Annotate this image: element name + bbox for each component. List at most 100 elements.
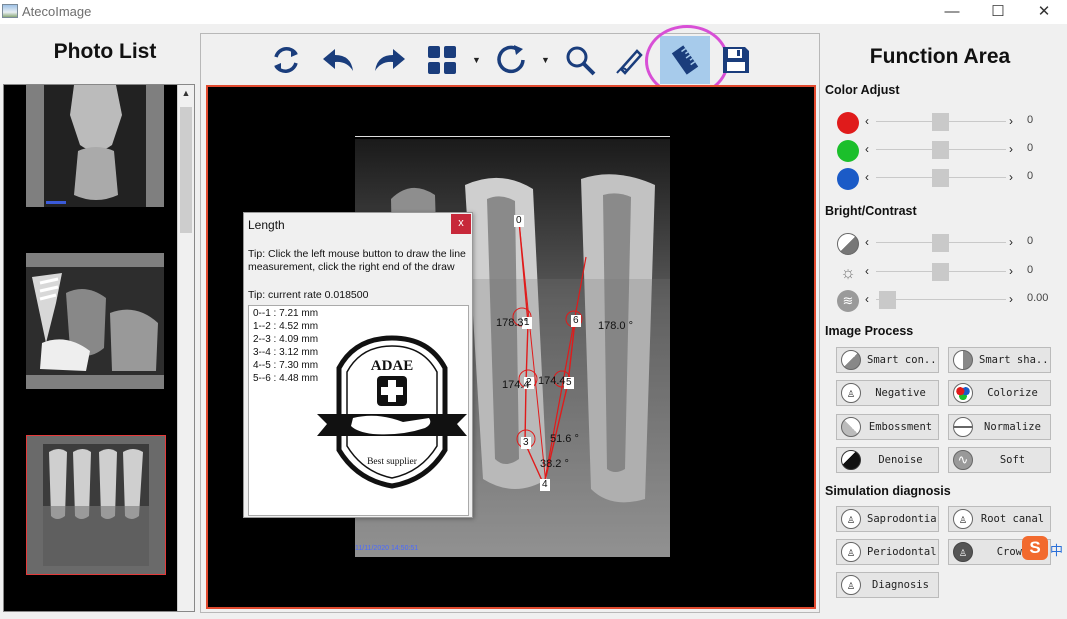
smart-sharpen-button[interactable]: Smart sha... (948, 347, 1051, 373)
pen-icon[interactable] (612, 40, 648, 80)
measurement-item[interactable]: 5--6 : 4.48 mm (253, 373, 318, 384)
point-label-3: 3 (521, 437, 531, 449)
photo-list-scrollbar[interactable]: ▲ (177, 85, 194, 611)
green-slider-knob[interactable] (932, 141, 949, 159)
function-area-header: Function Area (869, 45, 1011, 68)
contrast-icon (837, 233, 859, 255)
minimize-button[interactable]: — (929, 0, 975, 24)
measurement-item[interactable]: 0--1 : 7.21 mm (253, 308, 318, 319)
contrast-value: 0 (1027, 235, 1034, 247)
blue-slider-knob[interactable] (932, 169, 949, 187)
angle-label-5: 174.4 (538, 375, 566, 387)
colorize-icon (953, 383, 973, 403)
ime-language-indicator[interactable]: 中 (1050, 540, 1063, 559)
slider-right-arrow-icon[interactable]: › (1009, 170, 1013, 184)
denoise-label: Denoise (878, 454, 923, 466)
point-label-4: 4 (540, 479, 550, 491)
negative-button[interactable]: ♙ Negative (836, 380, 939, 406)
denoise-button[interactable]: Denoise (836, 447, 939, 473)
contrast-slider-knob[interactable] (932, 234, 949, 252)
slider-right-arrow-icon[interactable]: › (1009, 114, 1013, 128)
rotate-icon[interactable] (494, 40, 530, 80)
tooth-icon: ♙ (841, 509, 861, 529)
slider-left-arrow-icon[interactable]: ‹ (865, 114, 869, 128)
refresh-icon[interactable] (268, 40, 304, 80)
saprodontia-label: Saprodontia (867, 513, 937, 525)
measurement-item[interactable]: 4--5 : 7.30 mm (253, 360, 318, 371)
slider-right-arrow-icon[interactable]: › (1009, 292, 1013, 306)
slider-left-arrow-icon[interactable]: ‹ (865, 170, 869, 184)
image-process-title: Image Process (825, 324, 914, 338)
layout-dropdown-icon[interactable]: ▼ (472, 55, 481, 65)
tooth-icon: ♙ (953, 509, 973, 529)
layout-grid-icon[interactable] (424, 40, 460, 80)
redo-icon[interactable] (372, 40, 408, 80)
scroll-up-arrow-icon[interactable]: ▲ (178, 85, 194, 102)
length-rate-text: Tip: current rate 0.018500 (248, 289, 369, 301)
ime-logo-icon[interactable]: S (1022, 536, 1048, 560)
slider-left-arrow-icon[interactable]: ‹ (865, 142, 869, 156)
length-tip-text: Tip: Click the left mouse button to draw… (248, 248, 466, 273)
red-slider-knob[interactable] (932, 113, 949, 131)
measurement-item[interactable]: 2--3 : 4.09 mm (253, 334, 318, 345)
close-button[interactable]: ✕ (1021, 0, 1067, 24)
slider-right-arrow-icon[interactable]: › (1009, 235, 1013, 249)
gamma-value: 0.00 (1027, 292, 1049, 304)
blue-value: 0 (1027, 170, 1034, 182)
xray-thumbnail-1 (44, 85, 146, 207)
gamma-slider-knob[interactable] (879, 291, 896, 309)
slider-left-arrow-icon[interactable]: ‹ (865, 235, 869, 249)
green-slider-row: ‹ › 0 (836, 140, 1061, 162)
emboss-icon (841, 417, 861, 437)
normalize-button[interactable]: Normalize (948, 414, 1051, 440)
length-dialog-close-button[interactable]: x (451, 214, 471, 234)
diagnosis-button[interactable]: ♙ Diagnosis (836, 572, 939, 598)
saprodontia-button[interactable]: ♙ Saprodontia (836, 506, 939, 532)
green-circle-icon (837, 140, 859, 162)
brightness-slider-knob[interactable] (932, 263, 949, 281)
colorize-label: Colorize (987, 387, 1038, 399)
blue-slider-row: ‹ › 0 (836, 168, 1061, 190)
maximize-button[interactable]: ☐ (975, 0, 1021, 24)
embossment-button[interactable]: Embossment (836, 414, 939, 440)
measurement-item[interactable]: 1--2 : 4.52 mm (253, 321, 318, 332)
measurement-item[interactable]: 3--4 : 3.12 mm (253, 347, 318, 358)
photo-thumb-2[interactable] (26, 253, 164, 389)
xray-thumbnail-3 (27, 436, 165, 574)
photo-list-header: Photo List (53, 40, 157, 63)
zoom-icon[interactable] (562, 40, 598, 80)
slider-right-arrow-icon[interactable]: › (1009, 264, 1013, 278)
title-bar: AtecoImage — ☐ ✕ (0, 0, 1067, 24)
slider-left-arrow-icon[interactable]: ‹ (865, 264, 869, 278)
periodontal-button[interactable]: ♙ Periodontal (836, 539, 939, 565)
normalize-icon (953, 417, 973, 437)
photo-list: ▲ (3, 84, 195, 612)
photo-thumb-3-selected[interactable] (26, 435, 166, 575)
save-icon[interactable] (718, 40, 754, 80)
colorize-button[interactable]: Colorize (948, 380, 1051, 406)
rotate-dropdown-icon[interactable]: ▼ (541, 55, 550, 65)
root-canal-button[interactable]: ♙ Root canal (948, 506, 1051, 532)
soft-icon: ∿ (953, 450, 973, 470)
supplier-stamp-logo: ADAE Best supplier (317, 335, 467, 489)
point-label-6: 6 (571, 315, 581, 327)
brightness-value: 0 (1027, 264, 1034, 276)
red-circle-icon (837, 112, 859, 134)
simulation-diagnosis-title: Simulation diagnosis (825, 484, 951, 498)
slider-left-arrow-icon[interactable]: ‹ (865, 292, 869, 306)
app-window: AtecoImage — ☐ ✕ Photo List ▲ ▼ ▼ 11/11/… (0, 0, 1067, 619)
soft-button[interactable]: ∿ Soft (948, 447, 1051, 473)
red-value: 0 (1027, 114, 1034, 126)
undo-icon[interactable] (320, 40, 356, 80)
smart-contrast-button[interactable]: Smart con... (836, 347, 939, 373)
measurement-list[interactable]: 0--1 : 7.21 mm 1--2 : 4.52 mm 2--3 : 4.0… (248, 305, 469, 516)
negative-label: Negative (875, 387, 926, 399)
slider-right-arrow-icon[interactable]: › (1009, 142, 1013, 156)
smart-sharpen-icon (953, 350, 973, 370)
stamp-top-text: ADAE (371, 358, 414, 374)
smart-contrast-label: Smart con... (867, 354, 939, 366)
scrollbar-thumb[interactable] (180, 107, 192, 233)
normalize-label: Normalize (984, 421, 1041, 433)
photo-thumb-1[interactable] (26, 85, 164, 207)
negative-tooth-icon: ♙ (841, 383, 861, 403)
